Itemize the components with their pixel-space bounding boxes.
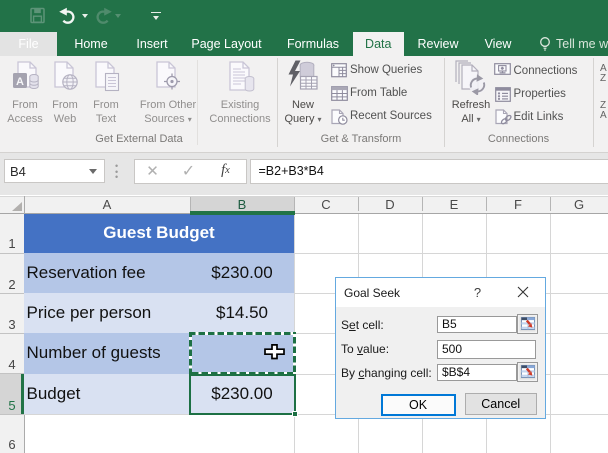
svg-text:A: A xyxy=(16,76,24,88)
